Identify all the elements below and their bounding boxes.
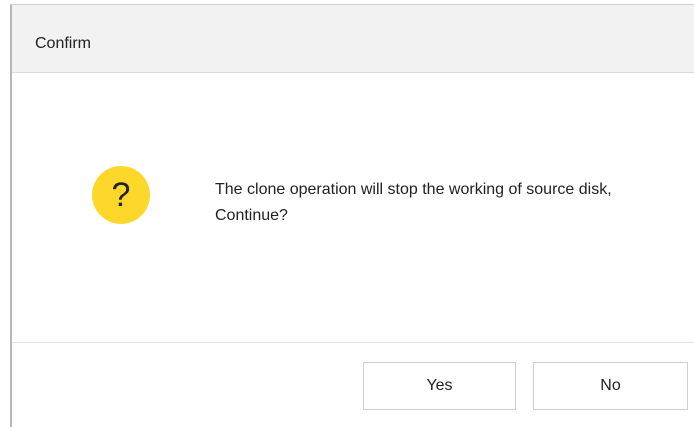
no-button[interactable]: No: [533, 362, 688, 410]
dialog-title-bar: Confirm: [12, 5, 694, 73]
question-mark-icon: ?: [92, 166, 150, 224]
confirm-dialog: Confirm ? The clone operation will stop …: [10, 4, 694, 427]
dialog-message: The clone operation will stop the workin…: [215, 181, 612, 224]
yes-button[interactable]: Yes: [363, 362, 516, 410]
dialog-body: ? The clone operation will stop the work…: [12, 73, 694, 341]
question-mark-glyph: ?: [111, 175, 131, 214]
dialog-footer: Yes No: [12, 342, 694, 427]
dialog-title: Confirm: [35, 35, 92, 52]
